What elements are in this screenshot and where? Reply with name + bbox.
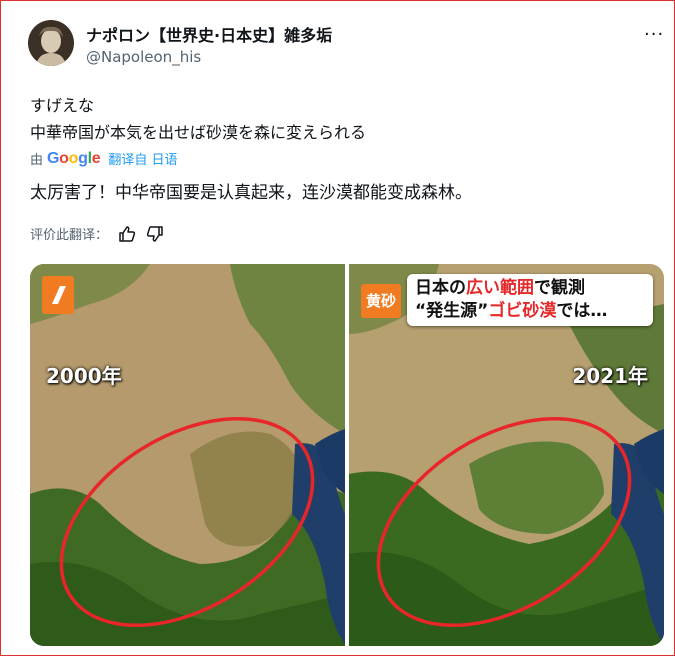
more-options-icon[interactable]: ··· (644, 24, 664, 45)
tweet-media[interactable]: 2000年 黄砂 日本の広い範囲で観測 “発生源”ゴビ砂漠では… 2021年 (30, 264, 664, 646)
tweet-text: すげえな 中華帝国が本気を出せば砂漠を森に変えられる (30, 92, 366, 146)
satellite-image-2021[interactable]: 黄砂 日本の広い範囲で観測 “発生源”ゴビ砂漠では… 2021年 (349, 264, 664, 646)
tweet-line-2: 中華帝国が本気を出せば砂漠を森に変えられる (30, 123, 367, 142)
year-label-2000: 2000年 (46, 364, 122, 388)
news-caption: 日本の広い範囲で観測 “発生源”ゴビ砂漠では… (407, 274, 653, 326)
by-prefix: 由 (30, 153, 44, 168)
kosa-badge: 黄砂 (361, 284, 401, 318)
rate-label: 评价此翻译： (30, 228, 109, 243)
translated-from-link[interactable]: 翻译自 日语 (108, 149, 177, 168)
caption-line-2: “発生源”ゴビ砂漠では… (415, 301, 608, 321)
tweet-line-1: すげえな (30, 96, 95, 115)
thumbs-down-icon[interactable] (146, 225, 164, 243)
user-handle[interactable]: @Napoleon_his (86, 48, 201, 66)
caption-line-1: 日本の広い範囲で観測 (415, 278, 585, 298)
translated-by: 由 Google 翻译自 日语 (30, 149, 178, 169)
translated-text: 太厉害了！中华帝国要是认真起来，连沙漠都能变成森林。 (30, 183, 472, 203)
thumbs-up-icon[interactable] (118, 225, 136, 243)
satellite-image-2000[interactable]: 2000年 (30, 264, 345, 646)
year-label-2021: 2021年 (572, 364, 648, 388)
avatar[interactable] (28, 20, 74, 66)
google-logo: Google (47, 149, 101, 167)
rate-translation: 评价此翻译： (30, 224, 164, 243)
satellite-map-2000 (30, 264, 345, 646)
display-name[interactable]: ナポロン【世界史·日本史】雑多垢 (86, 22, 332, 46)
